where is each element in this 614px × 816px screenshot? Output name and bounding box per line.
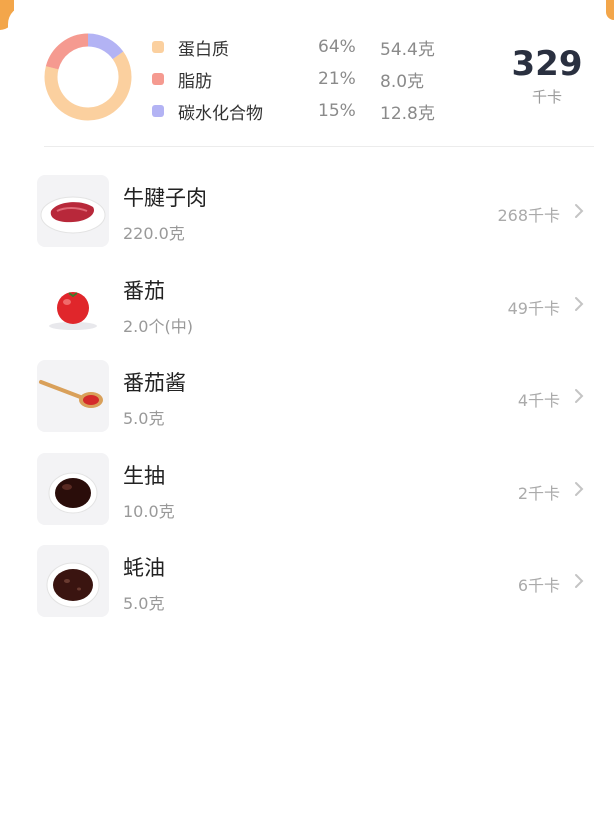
food-name: 生抽: [123, 463, 165, 488]
divider: [44, 146, 594, 147]
total-calories: 329 千卡: [502, 44, 592, 107]
food-name: 番茄: [123, 278, 165, 303]
macro-name: 蛋白质: [178, 39, 229, 60]
nutrition-card: 蛋白质 64% 54.4克 脂肪 21% 8.0克 碳水化合物 15% 12.8…: [8, 6, 608, 816]
macro-name: 脂肪: [178, 71, 212, 92]
macro-amount: 12.8克: [380, 103, 435, 124]
soy-sauce-icon: [37, 452, 109, 525]
food-item-tomato[interactable]: 番茄 2.0个(中) 49千卡: [8, 259, 608, 352]
chevron-right-icon: [575, 389, 584, 403]
food-list: 牛腱子肉 220.0克 268千卡 番茄 2.0个(中) 49千卡 番茄酱 5.…: [8, 166, 608, 629]
chevron-right-icon: [575, 204, 584, 218]
total-calories-unit: 千卡: [531, 88, 562, 106]
macro-row-protein: 蛋白质 64% 54.4克: [152, 36, 435, 60]
food-name: 番茄酱: [123, 371, 186, 395]
tomato-icon: [37, 267, 109, 340]
food-amount: 5.0克: [123, 409, 165, 428]
food-amount: 10.0克: [123, 501, 175, 521]
food-item-ketchup[interactable]: 番茄酱 5.0克 4千卡: [8, 351, 608, 444]
food-amount: 2.0个(中): [123, 316, 193, 336]
macro-row-fat: 脂肪 21% 8.0克: [152, 68, 425, 92]
ketchup-spoon-icon: [37, 360, 109, 432]
food-calories: 6千卡: [517, 576, 560, 595]
food-item-oyster-sauce[interactable]: 蚝油 5.0克 6千卡: [8, 536, 608, 629]
fat-color-dot: [152, 73, 164, 85]
macro-donut-chart: [44, 33, 132, 121]
food-calories: 268千卡: [497, 206, 560, 225]
macro-amount: 54.4克: [380, 39, 435, 60]
beef-icon: [37, 175, 109, 247]
food-amount: 220.0克: [123, 224, 185, 243]
food-calories: 4千卡: [517, 391, 560, 410]
macro-row-carbs: 碳水化合物 15% 12.8克: [152, 100, 435, 124]
protein-color-dot: [152, 41, 164, 53]
macro-percent: 21%: [318, 69, 356, 89]
food-name: 蚝油: [123, 556, 165, 580]
chevron-right-icon: [575, 296, 584, 311]
food-item-beef[interactable]: 牛腱子肉 220.0克 268千卡: [8, 166, 608, 259]
food-name: 牛腱子肉: [123, 186, 207, 210]
total-calories-value: 329: [511, 44, 583, 84]
food-amount: 5.0克: [123, 594, 165, 613]
food-item-soy-sauce[interactable]: 生抽 10.0克 2千卡: [8, 444, 608, 537]
macro-percent: 15%: [318, 101, 356, 121]
food-calories: 49千卡: [507, 298, 560, 318]
macro-percent: 64%: [318, 37, 356, 57]
chevron-right-icon: [575, 574, 584, 588]
carbs-color-dot: [152, 105, 164, 117]
chevron-right-icon: [575, 481, 584, 496]
macro-summary: 蛋白质 64% 54.4克 脂肪 21% 8.0克 碳水化合物 15% 12.8…: [8, 6, 608, 146]
macro-amount: 8.0克: [380, 71, 425, 92]
oyster-sauce-icon: [37, 545, 109, 617]
macro-name: 碳水化合物: [178, 103, 263, 124]
food-calories: 2千卡: [517, 483, 560, 503]
